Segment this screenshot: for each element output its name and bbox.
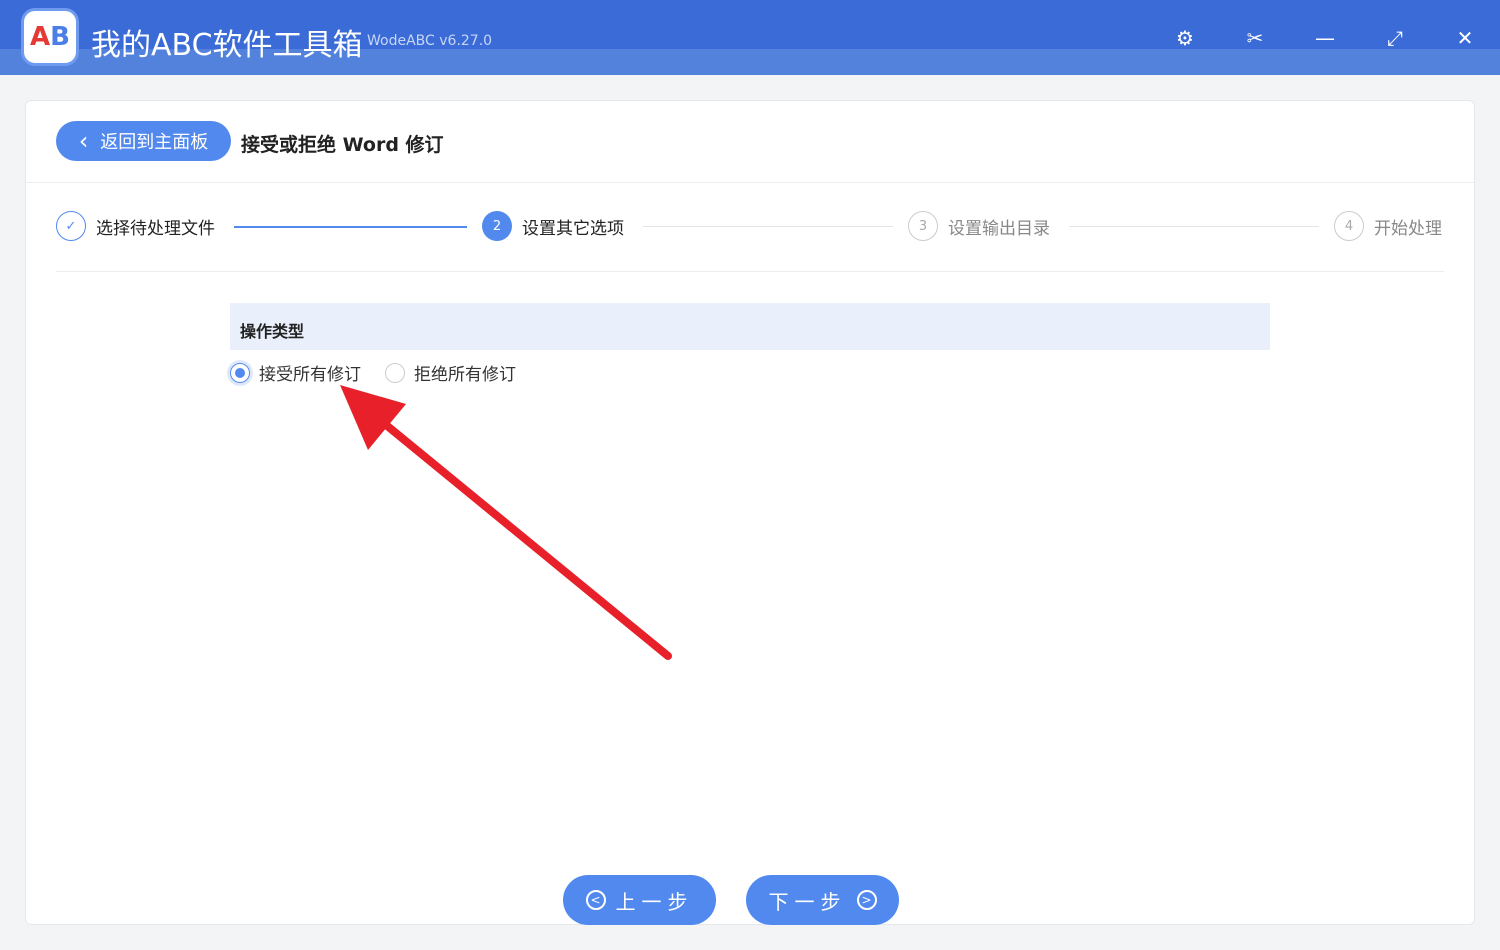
prev-label: 上一步 (615, 889, 694, 914)
circle-chevron-right-icon: > (856, 890, 877, 910)
circle-chevron-left-icon: < (585, 890, 606, 910)
red-arrow-annotation (340, 385, 672, 660)
next-step-button[interactable]: 下一步 > (746, 875, 899, 925)
next-label: 下一步 (768, 889, 847, 914)
previous-step-button[interactable]: < 上一步 (563, 875, 716, 925)
